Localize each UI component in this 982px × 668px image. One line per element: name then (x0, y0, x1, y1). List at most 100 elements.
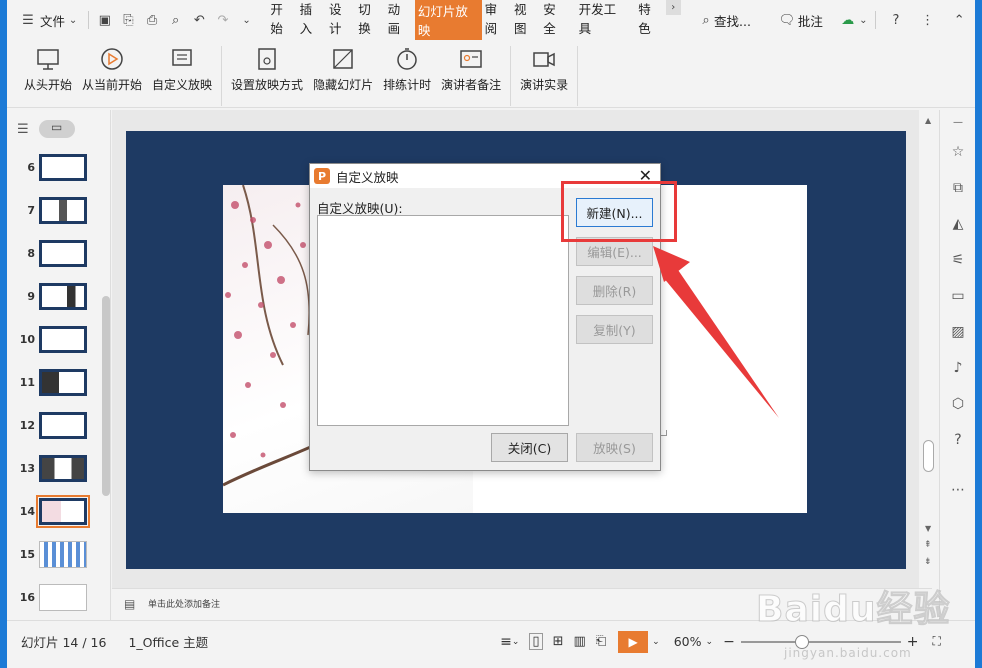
ribbon-tabs: 开始 插入 设计 切换 动画 幻灯片放映 审阅 视图 安全 开发工具 特色 › (268, 0, 682, 41)
play-button[interactable]: ▶ (618, 630, 649, 653)
slide-thumbnail[interactable]: 12 (7, 410, 103, 440)
slide-thumbnail[interactable]: 11 (7, 367, 103, 397)
slide-text-placeholder[interactable] (661, 430, 667, 436)
archive-icon[interactable]: ▭ (948, 286, 968, 306)
collapse-icon[interactable]: ⌃ (951, 12, 967, 28)
outline-view-icon[interactable]: ☰ (17, 122, 29, 137)
setup-show-label: 设置放映方式 (231, 78, 304, 92)
print-icon[interactable]: ⎙ (144, 12, 160, 28)
hide-slide-button[interactable]: 隐藏幻灯片 (308, 46, 378, 93)
tab-view[interactable]: 视图 (512, 0, 540, 41)
slide-thumbnail[interactable]: 10 (7, 324, 103, 354)
slide-number: 15 (19, 547, 35, 561)
divider (875, 11, 877, 29)
tab-features[interactable]: 特色 (636, 0, 664, 41)
slide-thumbnail[interactable]: 13 (7, 453, 103, 483)
star-icon[interactable]: ☆ (948, 142, 968, 162)
chevron-down-icon[interactable]: ⌄ (652, 637, 660, 647)
comment-icon: 🗨 (778, 12, 796, 28)
help-circle-icon[interactable]: ? (948, 430, 968, 450)
tab-developer[interactable]: 开发工具 (577, 0, 630, 41)
notes-toggle-icon[interactable]: ≡ (500, 634, 512, 650)
shapes-icon[interactable]: ⧉ (948, 178, 968, 198)
rehearse-timing-button[interactable]: 排练计时 (378, 46, 436, 93)
chevron-right-icon[interactable]: › (665, 0, 682, 15)
thumbnail-scrollbar[interactable] (102, 296, 110, 496)
chevron-down-icon[interactable]: ⌄ (512, 637, 520, 647)
scroll-down-icon[interactable]: ▼ (925, 524, 931, 533)
theme-name[interactable]: 1_Office 主题 (128, 632, 208, 651)
audio-icon[interactable]: ♪ (948, 358, 968, 378)
slide-thumbnail[interactable]: 15 (7, 539, 103, 569)
help-icon[interactable]: ? (888, 12, 904, 28)
custom-shows-list[interactable] (317, 215, 569, 426)
delete-button[interactable]: 删除(R) (576, 276, 653, 305)
zoom-out-icon[interactable]: − (723, 634, 735, 650)
annotate-button[interactable]: 🗨 批注 (776, 7, 826, 33)
slide-thumbnail[interactable]: 6 (7, 152, 103, 182)
tab-home[interactable]: 开始 (268, 0, 296, 41)
tab-slideshow[interactable]: 幻灯片放映 (414, 0, 482, 41)
slide-thumbnail[interactable]: 8 (7, 238, 103, 268)
zoom-level[interactable]: 60% (674, 634, 702, 649)
search-box[interactable]: ⌕ 查找... (695, 7, 754, 33)
speaker-notes-button[interactable]: 演讲者备注 (436, 46, 506, 93)
chevron-down-icon: ⌄ (68, 14, 78, 26)
reading-view-icon[interactable]: ▥ (573, 634, 585, 649)
slide-preview (39, 411, 87, 439)
tab-transition[interactable]: 切换 (356, 0, 384, 41)
wps-logo-icon: P (314, 168, 330, 184)
menu-button[interactable]: ☰ 文件 ⌄ (17, 7, 84, 33)
notes-placeholder: 单击此处添加备注 (148, 600, 221, 610)
record-show-button[interactable]: 演讲实录 (515, 46, 573, 93)
chevron-down-icon[interactable]: ⌄ (239, 12, 255, 28)
slide-counter[interactable]: 幻灯片 14 / 16 (21, 632, 106, 651)
preview-icon[interactable]: ⌕ (168, 12, 184, 28)
slide-thumbnail[interactable]: 7 (7, 195, 103, 225)
chevron-down-icon[interactable]: ⌄ (856, 12, 872, 28)
slide-number: 11 (19, 375, 35, 389)
stopwatch-icon (397, 48, 417, 70)
slide-thumbnail[interactable]: 14 (7, 494, 103, 528)
fill-icon[interactable]: ◭ (948, 214, 968, 234)
scroll-thumb[interactable] (923, 440, 934, 472)
output-icon[interactable]: ⎘ (121, 12, 137, 28)
more-dots-icon[interactable]: ⋯ (948, 480, 968, 500)
from-current-button[interactable]: 从当前开始 (77, 46, 147, 93)
shield-icon[interactable]: ⬡ (948, 394, 968, 414)
vertical-scrollbar[interactable]: ▲ ▼ ⇞ ⇟ (919, 110, 939, 588)
slide-thumbnail[interactable]: 16 (7, 582, 103, 612)
next-slide-icon[interactable]: ⇟ (924, 557, 932, 567)
tab-design[interactable]: 设计 (327, 0, 355, 41)
redo-icon[interactable]: ↷ (215, 12, 231, 28)
divider (577, 46, 579, 106)
image-icon[interactable]: ▨ (948, 322, 968, 342)
tab-review[interactable]: 审阅 (483, 0, 511, 41)
scroll-up-icon[interactable]: ▲ (925, 116, 931, 125)
normal-view-icon[interactable]: ▯ (529, 633, 543, 650)
slide-thumbnail[interactable]: 9 (7, 281, 103, 311)
save-icon[interactable]: ▣ (97, 12, 113, 28)
sorter-view-icon[interactable]: ⊞ (553, 634, 564, 649)
prev-slide-icon[interactable]: ⇞ (924, 540, 932, 550)
tab-insert[interactable]: 插入 (298, 0, 326, 41)
collapse-arrow-icon[interactable]: — (948, 112, 968, 132)
more-icon[interactable]: ⋮ (920, 12, 936, 28)
setup-show-button[interactable]: 设置放映方式 (226, 46, 308, 93)
slide-preview (39, 583, 87, 611)
custom-show-button[interactable]: 自定义放映 (147, 46, 217, 93)
undo-icon[interactable]: ↶ (191, 12, 207, 28)
cloud-icon[interactable]: ☁ (840, 12, 856, 28)
chevron-down-icon[interactable]: ⌄ (706, 637, 714, 647)
slide-number: 16 (19, 590, 35, 604)
thumbnail-view-icon[interactable]: ▭ (38, 120, 75, 138)
presenter-view-icon[interactable]: ⎗ (596, 634, 606, 649)
tab-animation[interactable]: 动画 (386, 0, 414, 41)
tab-security[interactable]: 安全 (541, 0, 569, 41)
from-start-button[interactable]: 从头开始 (19, 46, 77, 93)
settings-sliders-icon[interactable]: ⚟ (948, 250, 968, 270)
show-button[interactable]: 放映(S) (576, 433, 653, 462)
copy-button[interactable]: 复制(Y) (576, 315, 653, 344)
search-icon: ⌕ (702, 12, 710, 28)
close-button[interactable]: 关闭(C) (491, 433, 568, 462)
